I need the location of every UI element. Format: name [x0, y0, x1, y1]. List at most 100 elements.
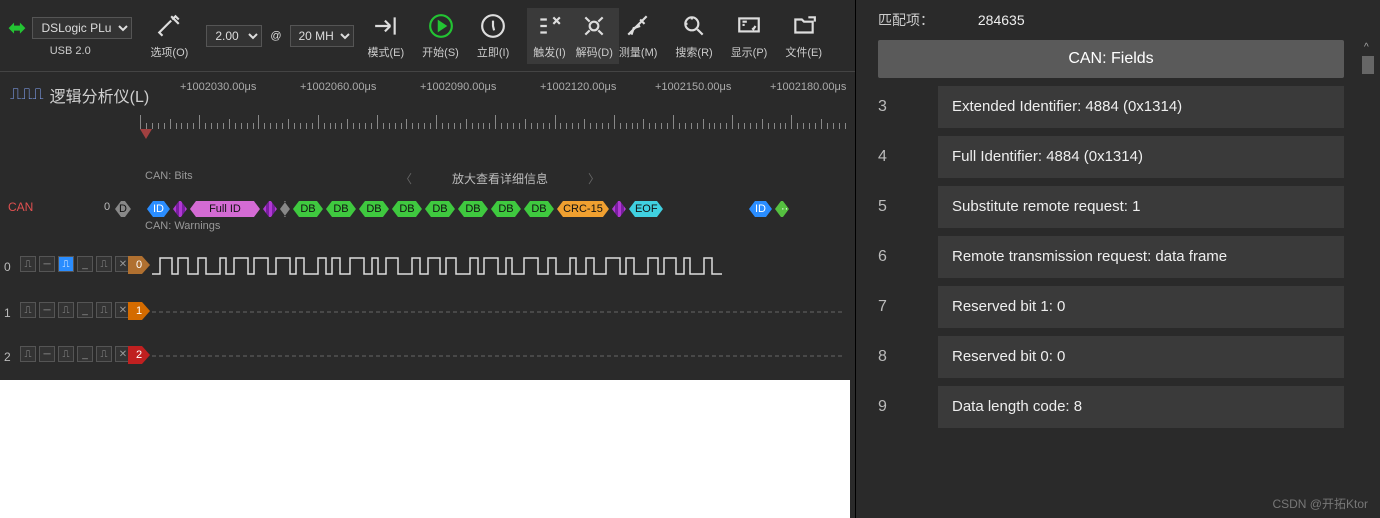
- seg-eof[interactable]: EOF: [629, 201, 663, 217]
- time-ruler[interactable]: [140, 107, 850, 129]
- ch-index: 0: [4, 260, 11, 274]
- seg-more[interactable]: ···: [775, 201, 789, 217]
- cursor-marker[interactable]: [140, 129, 152, 139]
- start-label: 开始(S): [422, 44, 459, 60]
- seg-full-id[interactable]: Full ID: [190, 201, 260, 217]
- field-text: Extended Identifier: 4884 (0x1314): [938, 86, 1344, 128]
- search-icon[interactable]: [680, 12, 708, 40]
- can-label: CAN: [8, 200, 33, 214]
- trig-low[interactable]: _: [77, 256, 93, 272]
- freq-select[interactable]: 20 MHz: [290, 25, 354, 47]
- search-label: 搜索(R): [675, 44, 712, 60]
- scrollbar[interactable]: [1362, 56, 1374, 74]
- decode-panel: 匹配项： 284635 CAN: Fields 3Extended Identi…: [855, 0, 1380, 518]
- trigger-controls[interactable]: ⎍─⎍_⎍✕: [20, 302, 131, 318]
- field-row[interactable]: 6Remote transmission request: data frame: [878, 236, 1366, 278]
- decode-icon[interactable]: [580, 12, 608, 40]
- instant-icon[interactable]: [479, 12, 507, 40]
- field-text: Substitute remote request: 1: [938, 186, 1344, 228]
- seg-stripe[interactable]: [263, 201, 277, 217]
- timestamp: +1002030.00μs: [180, 81, 256, 93]
- ch-index: 1: [4, 306, 11, 320]
- seg-db[interactable]: DB: [425, 201, 455, 217]
- measure-icon[interactable]: [624, 12, 652, 40]
- channel-2: 2 ⎍─⎍_⎍✕ 2: [0, 340, 850, 376]
- start-button[interactable]: [427, 12, 455, 40]
- match-count: 匹配项： 284635: [878, 10, 1366, 30]
- display-label: 显示(P): [731, 44, 768, 60]
- field-index: 6: [878, 248, 938, 266]
- can-bits-label: CAN: Bits: [145, 170, 193, 182]
- field-row[interactable]: 8Reserved bit 0: 0: [878, 336, 1366, 378]
- timestamp: +1002090.00μs: [420, 81, 496, 93]
- seg-crc[interactable]: CRC-15: [557, 201, 609, 217]
- trigger-controls[interactable]: ⎍─⎍_⎍✕: [20, 346, 131, 362]
- logic-analyzer-button[interactable]: ⎍⎍⎍ 逻辑分析仪(L): [10, 80, 149, 110]
- field-row[interactable]: 3Extended Identifier: 4884 (0x1314): [878, 86, 1366, 128]
- watermark: CSDN @开拓Ktor: [1272, 495, 1368, 512]
- device-select[interactable]: DSLogic PLus: [32, 17, 132, 39]
- seg-id[interactable]: ID: [749, 201, 772, 217]
- seg-db[interactable]: DB: [524, 201, 554, 217]
- timeline: ⎍⎍⎍ 逻辑分析仪(L) +1002030.00μs +1002060.00μs…: [0, 75, 850, 165]
- timebase-select[interactable]: 2.00 s: [206, 25, 262, 47]
- field-index: 8: [878, 348, 938, 366]
- trig-high[interactable]: ⎍: [58, 256, 74, 272]
- timestamp: +1002060.00μs: [300, 81, 376, 93]
- match-label: 匹配项：: [878, 12, 934, 28]
- timestamp: +1002180.00μs: [770, 81, 846, 93]
- trig-rise[interactable]: ⎍: [20, 256, 36, 272]
- field-text: Reserved bit 1: 0: [938, 286, 1344, 328]
- display-icon[interactable]: [735, 12, 763, 40]
- seg-stripe[interactable]: [173, 201, 187, 217]
- seg-db[interactable]: DB: [326, 201, 356, 217]
- file-icon[interactable]: [790, 12, 818, 40]
- seg-db[interactable]: DB: [359, 201, 389, 217]
- field-text: Full Identifier: 4884 (0x1314): [938, 136, 1344, 178]
- can-zero: 0: [104, 201, 110, 213]
- blank-area: [0, 380, 850, 518]
- analyzer-label: 逻辑分析仪(L): [50, 83, 150, 107]
- field-index: 4: [878, 148, 938, 166]
- seg-db[interactable]: DB: [491, 201, 521, 217]
- ch-tag[interactable]: 0: [128, 256, 150, 274]
- seg-db[interactable]: DB: [392, 201, 422, 217]
- mode-label: 模式(E): [368, 44, 405, 60]
- channel-0: 0 ⎍─ ⎍_ ⎍✕ 0: [0, 250, 850, 286]
- seg-db[interactable]: DB: [458, 201, 488, 217]
- field-index: 5: [878, 198, 938, 216]
- ch-tag[interactable]: 1: [128, 302, 150, 320]
- trigger-icon[interactable]: [535, 12, 563, 40]
- field-row[interactable]: 4Full Identifier: 4884 (0x1314): [878, 136, 1366, 178]
- can-segments[interactable]: D ID Full ID DB DB DB DB DB DB DB DB CRC…: [115, 200, 789, 218]
- options-label: 选项(O): [150, 44, 188, 60]
- field-row[interactable]: 7Reserved bit 1: 0: [878, 286, 1366, 328]
- trigger-controls[interactable]: ⎍─ ⎍_ ⎍✕: [20, 256, 131, 272]
- trig-fall[interactable]: ─: [39, 256, 55, 272]
- mode-icon[interactable]: [372, 12, 400, 40]
- ch-tag[interactable]: 2: [128, 346, 150, 364]
- seg-d[interactable]: D: [115, 201, 131, 217]
- usb-icon: ⬌: [8, 15, 26, 41]
- trigger-label: 触发(I): [533, 44, 565, 60]
- field-index: 3: [878, 98, 938, 116]
- seg-db[interactable]: DB: [293, 201, 323, 217]
- seg-small[interactable]: [280, 201, 290, 217]
- channel-1: 1 ⎍─⎍_⎍✕ 1: [0, 296, 850, 332]
- field-row[interactable]: 5Substitute remote request: 1: [878, 186, 1366, 228]
- waveform: [152, 302, 842, 322]
- fields-header[interactable]: CAN: Fields: [878, 40, 1344, 78]
- measure-label: 测量(M): [619, 44, 658, 60]
- field-text: Reserved bit 0: 0: [938, 336, 1344, 378]
- field-row[interactable]: 9Data length code: 8: [878, 386, 1366, 428]
- zoom-hint: 放大查看详细信息: [400, 170, 600, 187]
- waveform-icon: ⎍⎍⎍: [10, 86, 44, 104]
- timestamp: +1002120.00μs: [540, 81, 616, 93]
- seg-stripe[interactable]: [612, 201, 626, 217]
- options-icon[interactable]: [155, 12, 183, 40]
- field-index: 7: [878, 298, 938, 316]
- seg-id[interactable]: ID: [147, 201, 170, 217]
- file-label: 文件(E): [785, 44, 822, 60]
- field-text: Data length code: 8: [938, 386, 1344, 428]
- trig-edge[interactable]: ⎍: [96, 256, 112, 272]
